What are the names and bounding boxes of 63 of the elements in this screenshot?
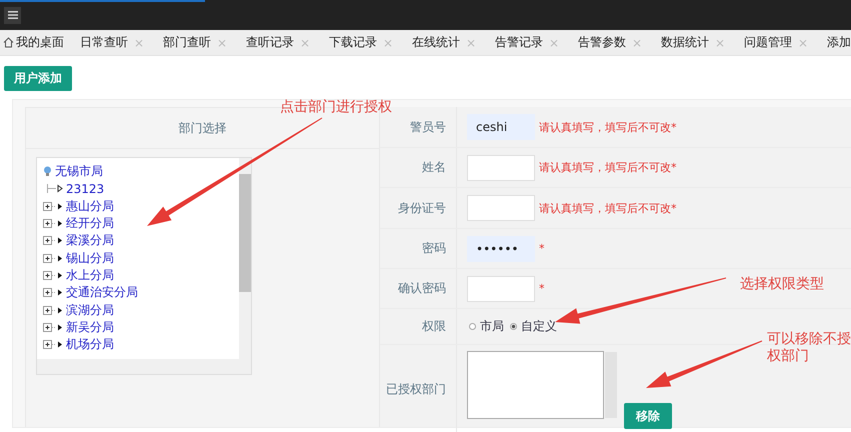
- column-header: 部门选择: [178, 120, 226, 136]
- hint-text: *: [539, 282, 544, 295]
- tree-item[interactable]: 惠山分局: [66, 198, 114, 215]
- tab[interactable]: 查听记录: [246, 34, 294, 51]
- radio-label[interactable]: 自定义: [521, 318, 557, 335]
- pin-icon: [43, 166, 52, 178]
- home-icon: [3, 37, 14, 48]
- hint-text: 请认真填写，填写后不可改*: [539, 160, 676, 175]
- input-field[interactable]: [467, 195, 535, 221]
- tree-item[interactable]: 经开分局: [66, 215, 114, 232]
- tab[interactable]: 告警记录: [495, 34, 543, 51]
- tree-item[interactable]: 机场分局: [66, 336, 114, 354]
- expand-icon[interactable]: [43, 340, 63, 350]
- input-field[interactable]: [467, 154, 535, 180]
- tab[interactable]: 数据统计: [661, 34, 709, 51]
- scrollbar[interactable]: [605, 352, 617, 418]
- field-label: 警员号: [410, 118, 446, 136]
- expand-icon[interactable]: [43, 288, 63, 298]
- radio-button[interactable]: [510, 323, 517, 330]
- tree-item[interactable]: 无锡市局: [55, 163, 103, 180]
- hint-text: 请认真填写，填写后不可改*: [539, 120, 676, 134]
- tab[interactable]: 下载记录: [329, 34, 377, 51]
- tab[interactable]: 日常查听: [80, 34, 128, 51]
- tree-item[interactable]: 新吴分局: [66, 318, 114, 336]
- tab[interactable]: 部门查听: [163, 34, 211, 51]
- expand-icon[interactable]: [43, 270, 63, 280]
- expand-icon[interactable]: [43, 306, 63, 315]
- tree-item[interactable]: 交通治安分局: [66, 284, 138, 302]
- tree-item[interactable]: 滨湖分局: [66, 302, 114, 319]
- tab[interactable]: 添加: [827, 34, 851, 51]
- annotation-text: 选择权限类型: [740, 276, 824, 293]
- tab[interactable]: 问题管理: [744, 34, 792, 51]
- tab[interactable]: 在线统计: [412, 34, 460, 51]
- annotation-text: 可以移除不授权部门: [767, 331, 851, 365]
- scrollbar[interactable]: [239, 158, 251, 361]
- radio-label[interactable]: 市局: [480, 318, 504, 335]
- radio-button[interactable]: [469, 323, 476, 330]
- input-field[interactable]: ••••••: [467, 236, 535, 262]
- field-label: 权限: [422, 318, 446, 335]
- tree-item[interactable]: 锡山分局: [66, 250, 114, 267]
- tab[interactable]: 告警参数: [578, 34, 626, 51]
- tree-item[interactable]: 水上分局: [66, 266, 114, 284]
- input-field[interactable]: [467, 276, 535, 302]
- tree-item[interactable]: 23123: [66, 182, 104, 196]
- field-label: 确认密码: [398, 280, 446, 297]
- expand-icon[interactable]: [43, 322, 63, 332]
- expand-icon[interactable]: [43, 219, 63, 228]
- expand-icon[interactable]: [43, 254, 63, 263]
- expand-icon[interactable]: [43, 202, 63, 211]
- field-label: 密码: [422, 240, 446, 257]
- field-label: 身份证号: [398, 200, 446, 216]
- annotation-text: 点击部门进行授权: [280, 99, 392, 116]
- tab[interactable]: 我的桌面: [16, 34, 64, 51]
- field-label: 已授权部门: [386, 380, 446, 398]
- field-label: 姓名: [422, 159, 446, 176]
- expand-icon[interactable]: [43, 236, 63, 246]
- input-field[interactable]: ceshi: [467, 114, 535, 140]
- hint-text: 请认真填写，填写后不可改*: [539, 200, 676, 216]
- tree-item[interactable]: 梁溪分局: [66, 232, 114, 250]
- scrollbar[interactable]: [37, 359, 251, 374]
- hint-text: *: [539, 242, 544, 255]
- menu-button[interactable]: [4, 6, 21, 24]
- menu-icon: [8, 11, 18, 19]
